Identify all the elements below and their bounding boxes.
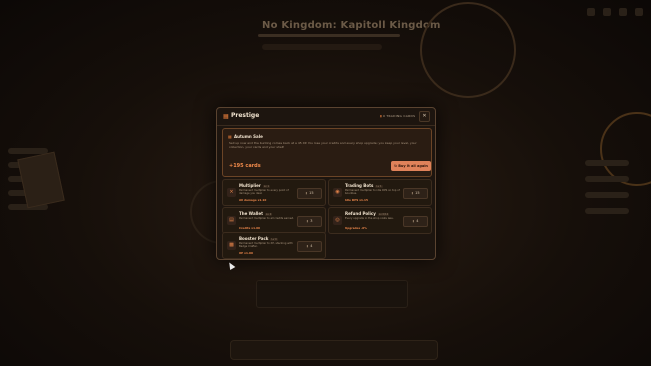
card-icon: ▮: [380, 114, 382, 118]
card-icon: ▮: [305, 191, 308, 195]
background-ring: [420, 2, 516, 98]
upgrade-stat: All damage x1.10: [239, 198, 267, 202]
upgrade-card-the-wallet: ▤ The Wallet Lv 0 Permanent multiplier to…: [222, 207, 326, 234]
multiplier-icon: ×: [227, 188, 236, 197]
upgrade-description: Every upgrade in the shop costs less.: [345, 217, 394, 220]
upgrade-buy-button[interactable]: ▮ 15: [297, 188, 322, 199]
upgrade-name: Booster Pack Lv 0: [239, 236, 278, 241]
upgrade-description: Permanent multiplier to XP, stacking wit…: [239, 242, 293, 249]
upgrade-level: Lv 0: [265, 213, 273, 216]
upgrade-card-multiplier: × Multiplier Lv 1 Permanent multiplier to…: [222, 179, 326, 206]
prestige-modal: ▦ Prestige ▮0 TRADING CARDS ✕ ▦ Autumn S…: [216, 107, 436, 260]
season-description: Sell up now and the bunting comes back a…: [229, 141, 417, 149]
upgrade-stat: Upgrades -0%: [345, 226, 367, 230]
close-icon: ✕: [422, 113, 427, 119]
upgrade-card-refund-policy: ◎ Refund Policy Lv 0/12 Every upgrade in …: [328, 207, 432, 234]
upgrade-card-trading-bots: ◉ Trading Bots Lv 1 Permanent multiplier …: [328, 179, 432, 206]
upgrade-description: Permanent multiplier to every point of d…: [239, 189, 289, 196]
upgrade-level: Lv 0: [270, 238, 278, 241]
buy-all-again-button[interactable]: ↻ Buy it all again: [391, 161, 431, 171]
background-right-menu: [585, 150, 645, 224]
upgrade-card-booster-pack: ▩ Booster Pack Lv 0 Permanent multiplier …: [222, 232, 326, 259]
upgrade-level: Lv 1: [262, 185, 271, 188]
upgrade-name: The Wallet Lv 0: [239, 211, 273, 216]
upgrade-level: Lv 0/12: [377, 213, 390, 216]
upgrade-stat: Credits x1.00: [239, 226, 260, 230]
season-title: Autumn Sale: [234, 134, 263, 139]
background-chip: [262, 44, 382, 50]
upgrade-name: Multiplier Lv 1: [239, 183, 271, 188]
season-card-count: +195 cards: [229, 163, 261, 169]
modal-header: ▦ Prestige ▮0 TRADING CARDS ✕: [217, 108, 435, 126]
season-panel: ▦ Autumn Sale Sell up now and the buntin…: [222, 128, 432, 177]
card-icon: ▮: [306, 244, 309, 248]
upgrade-description: Permanent multiplier to idle DPS on top …: [345, 189, 400, 196]
refund-icon: ◎: [333, 216, 342, 225]
upgrade-buy-button[interactable]: ▮ 15: [403, 188, 428, 199]
card-icon: ▮: [412, 219, 415, 223]
close-button[interactable]: ✕: [419, 111, 430, 122]
trading-cards-count: ▮0 TRADING CARDS: [380, 114, 416, 118]
upgrade-stat: XP x1.00: [239, 251, 253, 255]
card-icon: ▮: [306, 219, 309, 223]
prestige-icon: ▦: [223, 113, 229, 120]
upgrade-name: Trading Bots Lv 1: [345, 183, 383, 188]
upgrade-name: Refund Policy Lv 0/12: [345, 211, 390, 216]
upgrade-level: Lv 1: [375, 185, 383, 188]
background-title: No Kingdom: Kapitoll Kingdom: [262, 20, 441, 31]
card-icon: ▮: [411, 191, 414, 195]
season-icon: ▦: [228, 134, 232, 139]
upgrade-buy-button[interactable]: ▮ 3: [297, 216, 322, 227]
upgrade-stat: Idle DPS x1.15: [345, 198, 368, 202]
upgrade-buy-button[interactable]: ▮ 4: [403, 216, 428, 227]
background-progress-bar: [258, 34, 400, 37]
background-bottom-bar: [230, 340, 438, 360]
modal-title: Prestige: [231, 112, 260, 119]
wallet-icon: ▤: [227, 216, 236, 225]
booster-icon: ▩: [227, 241, 236, 250]
upgrade-description: Permanent multiplier to all credits earn…: [239, 217, 294, 220]
upgrade-buy-button[interactable]: ▮ 4: [297, 241, 322, 252]
background-top-icons: [587, 8, 643, 16]
eye-icon: ◉: [333, 188, 342, 197]
background-panel: [256, 280, 408, 308]
